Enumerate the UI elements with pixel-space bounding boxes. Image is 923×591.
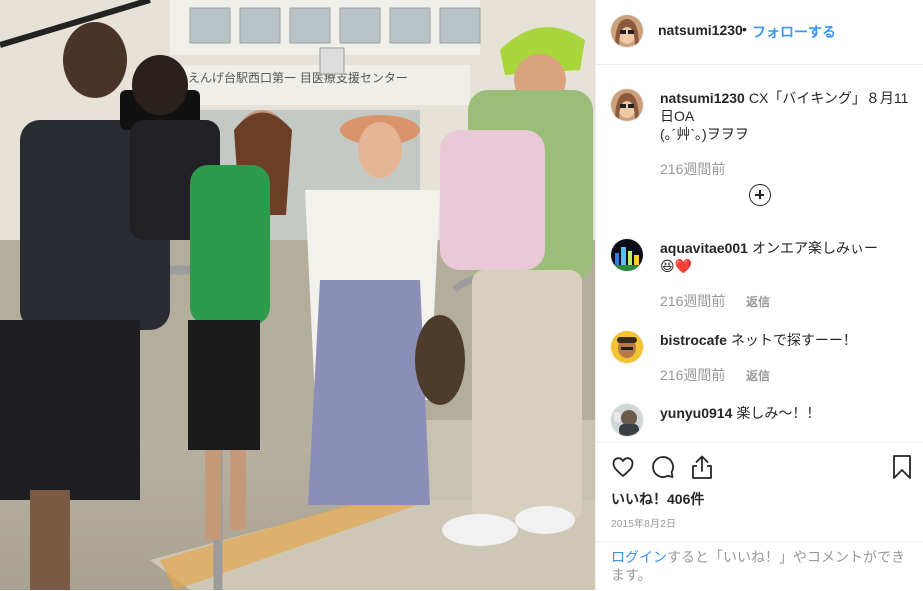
comment-body: ネットで探すーー！	[730, 332, 857, 348]
post-header: natsumi1230 • フォローする	[596, 0, 923, 65]
comment-body: オンエア楽しみぃー	[751, 240, 878, 256]
comment-time[interactable]: 216週間前	[660, 365, 725, 385]
likes-count[interactable]: いいね！406件	[611, 489, 704, 509]
post-photo[interactable]: えんげ台駅西口第一 目医療支援センター	[0, 0, 595, 590]
heart-icon[interactable]	[611, 455, 635, 484]
post-actions: いいね！406件 2015年8月2日 ログインすると「いいね！」やコメントができ…	[596, 442, 923, 591]
separator-dot: •	[742, 21, 747, 37]
commenter-avatar[interactable]	[611, 239, 643, 271]
commenter-username[interactable]: yunyu0914	[660, 405, 732, 421]
commenter-avatar[interactable]	[611, 331, 643, 363]
plus-circle-icon[interactable]	[749, 184, 771, 206]
comment-emoji: 😆❤️	[660, 258, 693, 274]
comment-text: aquavitae001 オンエア楽しみぃー 😆❤️	[660, 239, 910, 275]
caption-time[interactable]: 216週間前	[660, 159, 725, 179]
comment-time[interactable]: 216週間前	[660, 291, 725, 311]
comment-body: 楽しみ〜！！	[736, 405, 821, 421]
commenter-avatar[interactable]	[611, 404, 643, 436]
caption-username[interactable]: natsumi1230	[660, 90, 745, 106]
bookmark-icon[interactable]	[892, 454, 912, 485]
comment-text: bistrocafe ネットで探すーー！	[660, 331, 910, 349]
share-icon[interactable]	[690, 454, 714, 485]
commenter-username[interactable]: bistrocafe	[660, 332, 727, 348]
caption-text: natsumi1230 CX「バイキング」８月11日OA (｡´艸`｡)ヲヲヲ	[660, 89, 910, 143]
post-date[interactable]: 2015年8月2日	[611, 515, 676, 530]
commenter-username[interactable]: aquavitae001	[660, 240, 748, 256]
author-username[interactable]: natsumi1230	[658, 22, 743, 38]
author-avatar[interactable]	[611, 15, 643, 47]
photo-illustration: えんげ台駅西口第一 目医療支援センター	[0, 0, 595, 590]
comment-icon[interactable]	[651, 455, 675, 484]
login-link[interactable]: ログイン	[611, 549, 667, 565]
comment-text: yunyu0914 楽しみ〜！！	[660, 404, 910, 422]
caption-avatar[interactable]	[611, 89, 643, 121]
reply-button[interactable]: 返信	[746, 367, 770, 384]
sign-text: えんげ台駅西口第一 目医療支援センター	[188, 70, 408, 85]
caption-body-line2: (｡´艸`｡)ヲヲヲ	[660, 126, 749, 142]
follow-button[interactable]: フォローする	[752, 22, 836, 42]
login-prompt: ログインすると「いいね！」やコメントができます。	[596, 541, 923, 584]
post-sidebar: natsumi1230 • フォローする natsumi1230 CX「バイキング…	[596, 0, 923, 590]
reply-button[interactable]: 返信	[746, 293, 770, 310]
